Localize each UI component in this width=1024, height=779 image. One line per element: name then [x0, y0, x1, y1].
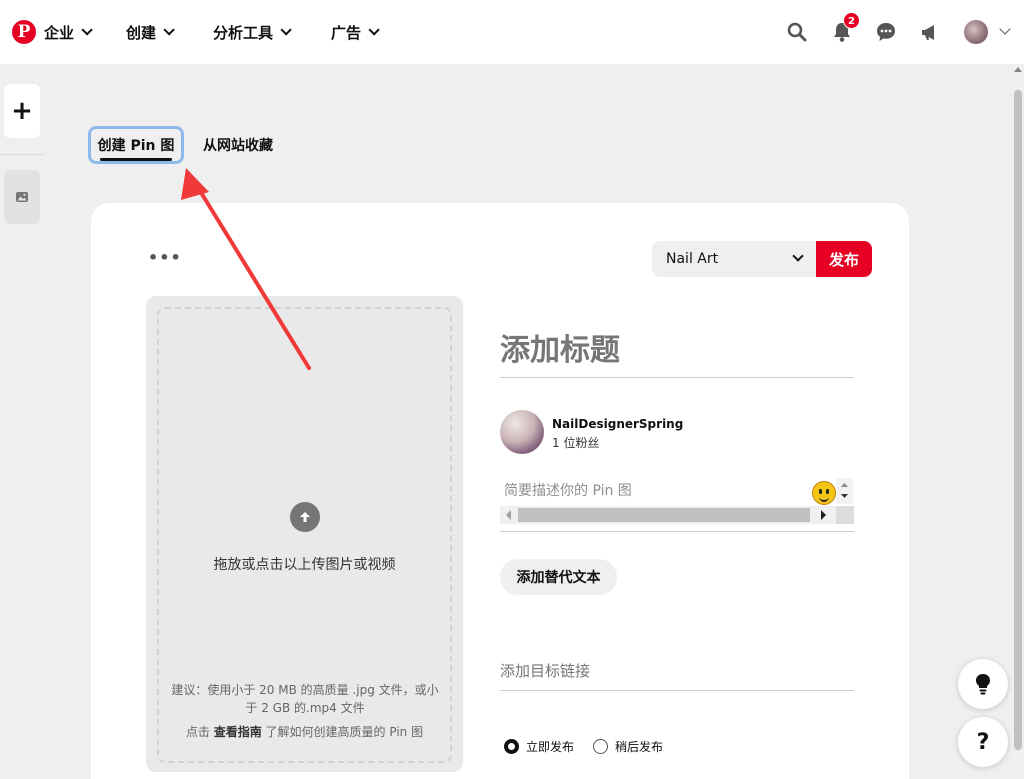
- tips-button[interactable]: [958, 659, 1008, 709]
- chevron-down-icon: [163, 24, 175, 36]
- description-horizontal-scrollbar[interactable]: [500, 506, 854, 524]
- upload-instructions: 拖放或点击以上传图片或视频: [213, 557, 396, 573]
- pin-owner-followers: 1 位粉丝: [552, 436, 600, 450]
- board-select-value: Nail Art: [666, 251, 719, 267]
- pin-owner-avatar: [500, 410, 544, 454]
- scroll-left-arrow-icon[interactable]: [506, 510, 511, 520]
- pin-owner-name: NailDesignerSpring: [552, 417, 684, 431]
- page-scrollbar-thumb[interactable]: [1014, 90, 1022, 750]
- publish-now-option[interactable]: 立即发布: [504, 738, 574, 755]
- destination-link-input[interactable]: 添加目标链接: [500, 660, 854, 691]
- view-guide-link[interactable]: 查看指南: [214, 725, 262, 739]
- megaphone-icon[interactable]: [914, 16, 946, 48]
- pinterest-logo-icon[interactable]: P: [12, 20, 36, 44]
- guide-prefix: 点击: [185, 725, 214, 739]
- publish-later-label: 稍后发布: [615, 740, 664, 754]
- scrollbar-corner: [836, 506, 854, 524]
- publish-button[interactable]: 发布: [816, 241, 872, 277]
- top-navigation-bar: P 企业 创建 分析工具 广告 2: [0, 0, 1024, 64]
- title-input[interactable]: 添加标题: [500, 328, 854, 378]
- radio-selected-icon[interactable]: [504, 739, 519, 754]
- more-options-button[interactable]: •••: [148, 248, 182, 267]
- add-pin-button[interactable]: +: [4, 84, 40, 138]
- scroll-up-arrow-icon[interactable]: [1014, 67, 1022, 72]
- board-select-dropdown[interactable]: Nail Art: [652, 241, 816, 277]
- user-avatar[interactable]: [964, 20, 988, 44]
- scroll-right-arrow-icon[interactable]: [821, 510, 826, 520]
- active-tab-indicator: [100, 158, 172, 161]
- nav-ads-menu[interactable]: 广告: [331, 20, 380, 44]
- lightbulb-icon: [976, 674, 990, 695]
- nav-analytics-label: 分析工具: [213, 23, 274, 42]
- upload-guide-text: 点击 查看指南 了解如何创建高质量的 Pin 图: [157, 723, 452, 740]
- page-scrollbar[interactable]: [1012, 64, 1024, 779]
- chevron-down-icon: [368, 24, 380, 36]
- chevron-down-icon[interactable]: [999, 23, 1011, 35]
- rail-divider: [0, 154, 44, 155]
- radio-unselected-icon[interactable]: [593, 739, 608, 754]
- tab-save-from-site-label: 从网站收藏: [203, 138, 273, 154]
- guide-suffix: 了解如何创建高质量的 Pin 图: [261, 725, 424, 739]
- nav-analytics-menu[interactable]: 分析工具: [213, 20, 292, 44]
- add-alt-text-button[interactable]: 添加替代文本: [500, 559, 617, 595]
- chevron-down-icon: [280, 24, 292, 36]
- notification-count-badge: 2: [843, 12, 860, 29]
- upload-file-recommendation: 建议：使用小于 20 MB 的高质量 .jpg 文件，或小于 2 GB 的.mp…: [171, 683, 439, 715]
- nav-business-label: 企业: [44, 23, 75, 42]
- chevron-down-icon: [792, 250, 804, 262]
- nav-business-menu[interactable]: 企业: [44, 20, 93, 44]
- nav-create-label: 创建: [126, 23, 157, 42]
- search-icon[interactable]: [781, 16, 813, 48]
- description-vertical-scrollbar[interactable]: [836, 478, 853, 504]
- description-placeholder: 简要描述你的 Pin 图: [504, 483, 632, 499]
- chevron-down-icon: [81, 24, 93, 36]
- tab-create-pin[interactable]: 创建 Pin 图: [88, 126, 184, 164]
- scrollbar-thumb[interactable]: [518, 508, 810, 522]
- emoji-picker-icon[interactable]: [812, 481, 836, 505]
- nav-create-menu[interactable]: 创建: [126, 20, 175, 44]
- publish-now-label: 立即发布: [526, 740, 575, 754]
- pin-draft-thumbnail[interactable]: [4, 170, 40, 224]
- publish-later-option[interactable]: 稍后发布: [593, 738, 663, 755]
- image-icon: [16, 192, 28, 202]
- upload-arrow-icon[interactable]: [290, 502, 320, 532]
- tab-save-from-site[interactable]: 从网站收藏: [203, 126, 273, 164]
- help-button[interactable]: ?: [958, 717, 1008, 767]
- tab-create-pin-label: 创建 Pin 图: [97, 138, 175, 154]
- chat-icon[interactable]: [870, 16, 902, 48]
- nav-ads-label: 广告: [331, 23, 362, 42]
